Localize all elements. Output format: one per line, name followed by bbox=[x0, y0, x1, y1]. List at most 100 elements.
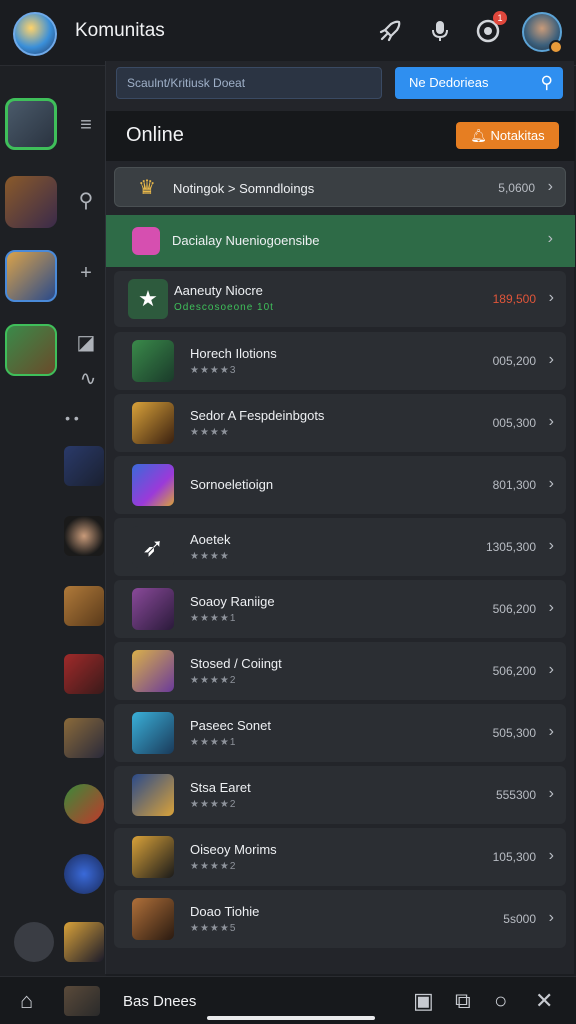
rocket-icon[interactable] bbox=[376, 18, 404, 46]
friend-avatar[interactable] bbox=[64, 922, 104, 962]
gallery-icon[interactable]: ▣ bbox=[413, 988, 434, 1014]
list-item[interactable]: Sornoeletioign 801,300 › bbox=[114, 456, 566, 514]
green-hero-icon bbox=[132, 340, 174, 382]
chevron-right-icon: › bbox=[548, 785, 554, 802]
chevron-right-icon: › bbox=[548, 847, 554, 864]
chevron-right-icon: › bbox=[548, 413, 554, 430]
game-icon-archer[interactable] bbox=[5, 324, 57, 376]
edit-icon[interactable]: ◪ bbox=[74, 330, 98, 355]
list-item-value: 801,300 bbox=[492, 478, 536, 492]
list-item-name: Oiseoy Morims bbox=[190, 842, 277, 857]
friend-avatar[interactable] bbox=[64, 854, 104, 894]
top-bar: Komunitas 1 bbox=[0, 0, 576, 66]
list-item[interactable]: Sedor A Fespdeinbgots ★★★★ 005,300 › bbox=[114, 394, 566, 452]
list-item[interactable]: Horech Ilotions ★★★★3 005,200 › bbox=[114, 332, 566, 390]
list-item[interactable]: Soaoy Raniige ★★★★1 506,200 › bbox=[114, 580, 566, 638]
list-item-name: Sedor A Fespdeinbgots bbox=[190, 408, 325, 423]
list-item-name: Soaoy Raniige bbox=[190, 594, 275, 609]
notifications-label: Notakitas bbox=[490, 128, 545, 143]
list-item[interactable]: Stosed / Coiingt ★★★★2 506,200 › bbox=[114, 642, 566, 700]
gamepad-icon[interactable]: ⧉ bbox=[455, 988, 471, 1014]
bell-icon: 🔔︎ bbox=[470, 128, 487, 143]
friend-avatar[interactable] bbox=[64, 654, 104, 694]
list-item[interactable]: Stsa Earet ★★★★2 555300 › bbox=[114, 766, 566, 824]
home-icon[interactable]: ⌂ bbox=[20, 988, 33, 1014]
list-item[interactable]: ♛ Notingok > Somndloings 5,0600 › bbox=[114, 167, 566, 207]
chevron-right-icon: › bbox=[548, 599, 554, 616]
chevron-right-icon: › bbox=[548, 351, 554, 368]
list-item[interactable]: ➶ Aoetek ★★★★ 1305,300 › bbox=[114, 518, 566, 576]
list-item[interactable]: Dacialay Nueniogoensibe › bbox=[106, 215, 575, 267]
rating-stars: ★★★★ bbox=[190, 427, 230, 438]
list-item[interactable]: ★ Aaneuty Niocre Odescosoeone 10t 189,50… bbox=[114, 271, 566, 327]
list-item[interactable]: Paseec Sonet ★★★★1 505,300 › bbox=[114, 704, 566, 762]
rating-stars: ★★★★5 bbox=[190, 923, 237, 934]
menu-icon[interactable]: ≡ bbox=[74, 114, 98, 137]
mage-icon bbox=[132, 588, 174, 630]
left-rail: ≡ ⚲ + ◪ ∿ • • bbox=[0, 66, 106, 976]
chevron-right-icon: › bbox=[548, 909, 554, 926]
online-heading: Online bbox=[126, 124, 184, 146]
warrior-icon bbox=[132, 898, 174, 940]
list-item-value: 005,200 bbox=[492, 354, 536, 368]
robot-icon bbox=[132, 712, 174, 754]
list-item-subtitle: Odescosoeone 10t bbox=[174, 302, 274, 313]
list-item-name: Stosed / Coiingt bbox=[190, 656, 282, 671]
game-icon-knight[interactable] bbox=[5, 98, 57, 150]
swirl-icon: ∿ bbox=[79, 368, 97, 390]
pink-app-icon bbox=[132, 227, 160, 255]
search-input[interactable]: Scaulnt/Kritiusk Doeat bbox=[116, 67, 382, 99]
chevron-right-icon: › bbox=[548, 537, 554, 554]
list-item-name: Dacialay Nueniogoensibe bbox=[172, 233, 320, 248]
community-panel: Scaulnt/Kritiusk Doeat Ne Dedorieas ⚲ On… bbox=[105, 61, 575, 974]
settings-icon[interactable] bbox=[14, 922, 54, 962]
list-item-value: 5s000 bbox=[503, 912, 536, 926]
chevron-right-icon: › bbox=[548, 475, 554, 492]
list-item-value: 189,500 bbox=[492, 292, 536, 306]
list-item[interactable]: Oiseoy Morims ★★★★2 105,300 › bbox=[114, 828, 566, 886]
rating-stars: ★★★★ bbox=[190, 551, 230, 562]
dragon-icon bbox=[132, 402, 174, 444]
friend-avatar[interactable] bbox=[64, 784, 104, 824]
close-icon[interactable]: ✕ bbox=[535, 988, 553, 1014]
arrow-app-icon: ➶ bbox=[132, 526, 174, 568]
friend-avatar[interactable] bbox=[64, 718, 104, 758]
chevron-right-icon: › bbox=[548, 289, 554, 306]
rating-stars: ★★★★2 bbox=[190, 799, 237, 810]
notifications-button[interactable]: 🔔︎ Notakitas bbox=[456, 122, 559, 149]
fio-app-icon bbox=[132, 464, 174, 506]
friend-avatar[interactable] bbox=[64, 446, 104, 486]
friend-avatar[interactable] bbox=[64, 586, 104, 626]
game-icon-hero[interactable] bbox=[5, 250, 57, 302]
rating-stars: ★★★★2 bbox=[190, 861, 237, 872]
search-icon: ⚲ bbox=[540, 73, 553, 92]
crown-icon: ♛ bbox=[138, 177, 156, 199]
online-header: Online 🔔︎ Notakitas bbox=[106, 111, 575, 161]
search-icon[interactable]: ⚲ bbox=[74, 188, 98, 213]
search-button[interactable]: Ne Dedorieas ⚲ bbox=[395, 67, 563, 99]
star-icon: ★ bbox=[128, 279, 168, 319]
list-item-name: Stsa Earet bbox=[190, 780, 251, 795]
game-thumbnail[interactable] bbox=[64, 986, 100, 1016]
list-item-value: 5,0600 bbox=[498, 181, 535, 195]
chevron-right-icon: › bbox=[548, 661, 554, 678]
list-item-name: Notingok > Somndloings bbox=[173, 181, 315, 196]
game-icon-warrior[interactable] bbox=[5, 176, 57, 228]
add-icon[interactable]: + bbox=[74, 262, 98, 285]
list-item-value: 1305,300 bbox=[485, 540, 536, 554]
list-item-name: Doao Tiohie bbox=[190, 904, 260, 919]
more-icon[interactable]: • • bbox=[60, 410, 84, 426]
list-item[interactable]: Doao Tiohie ★★★★5 5s000 › bbox=[114, 890, 566, 948]
friend-avatar[interactable] bbox=[64, 516, 104, 556]
community-logo-avatar[interactable] bbox=[13, 12, 57, 56]
list-item-name: Sornoeletioign bbox=[190, 477, 274, 492]
bottom-label: Bas Dnees bbox=[123, 993, 197, 1010]
rating-stars: ★★★★1 bbox=[190, 613, 237, 624]
list-item-value: 506,200 bbox=[492, 664, 536, 678]
circle-icon[interactable]: ○ bbox=[494, 988, 507, 1014]
wizard-icon bbox=[132, 650, 174, 692]
home-indicator bbox=[207, 1016, 375, 1020]
mic-icon[interactable] bbox=[426, 18, 454, 46]
chevron-right-icon: › bbox=[548, 723, 554, 740]
list-item-name: Aaneuty Niocre bbox=[174, 283, 263, 298]
